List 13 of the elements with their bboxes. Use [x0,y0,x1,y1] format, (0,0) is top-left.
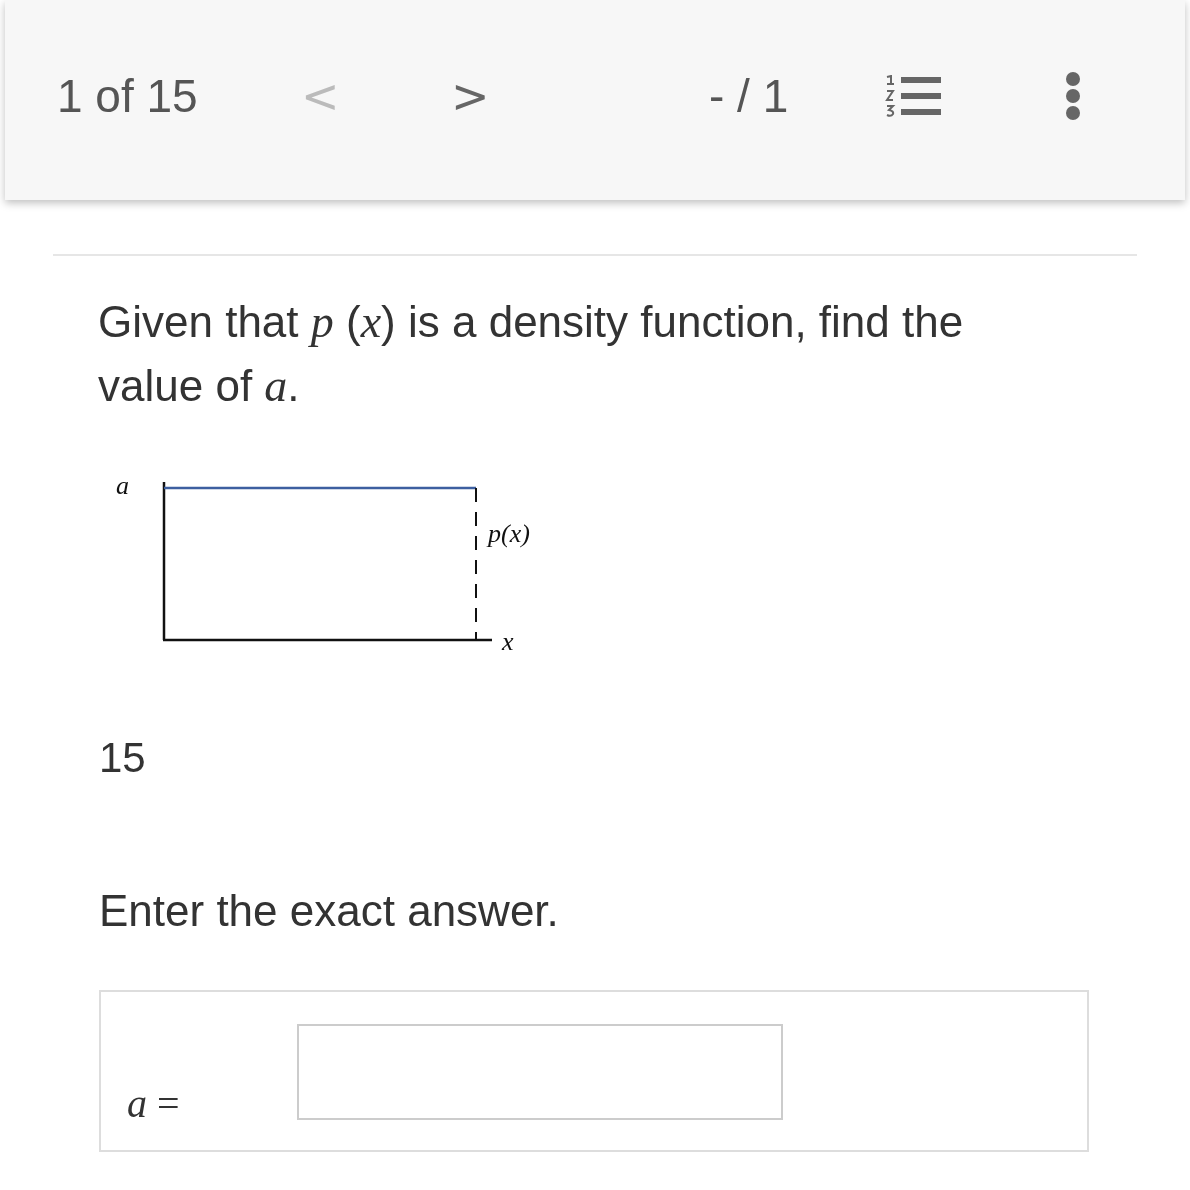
question-text: Given that p (x) is a density function, find the value of a. [98,295,965,413]
answer-field[interactable] [297,1024,783,1120]
question-position: 1 of 15 [57,69,199,123]
graph-value: 15 [99,734,147,782]
more-options-icon[interactable] [1065,71,1081,121]
y-axis-label: a [116,471,129,500]
next-button[interactable]: > [447,69,487,123]
score: - / 1 [709,69,790,123]
numbered-list-icon[interactable] [885,75,943,117]
answer-label: a = [127,1080,181,1127]
instruction-text: Enter the exact answer. [99,886,560,936]
x-axis-label: x [502,627,514,656]
curve-label: p(x) [488,519,530,548]
